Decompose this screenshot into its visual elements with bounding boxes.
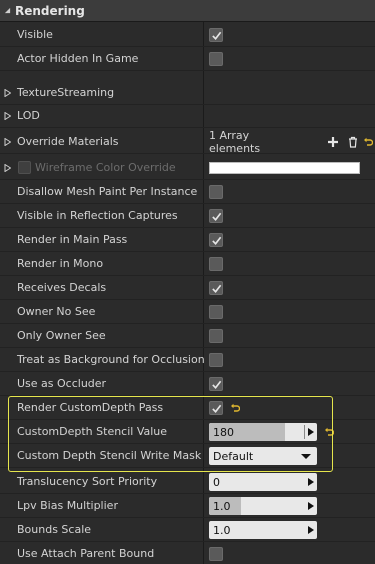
property-label: Override Materials bbox=[17, 135, 119, 148]
row-render-custom-depth: Render CustomDepth Pass bbox=[0, 396, 375, 420]
spin-separator bbox=[304, 425, 305, 439]
reset-to-default-icon[interactable] bbox=[229, 402, 241, 414]
row-render-mono: Render in Mono bbox=[0, 252, 375, 276]
checkmark-icon bbox=[211, 212, 221, 221]
attach-parent-bound-checkbox[interactable] bbox=[209, 547, 223, 561]
details-panel: Rendering Visible Actor Hidden In Game T… bbox=[0, 0, 375, 564]
row-stencil-write-mask: Custom Depth Stencil Write Mask Default bbox=[0, 444, 375, 468]
checkmark-icon bbox=[211, 31, 221, 40]
row-only-owner-see: Only Owner See bbox=[0, 324, 375, 348]
spin-arrow-icon[interactable] bbox=[308, 478, 314, 486]
property-label: Visible in Reflection Captures bbox=[17, 209, 178, 222]
property-label: Only Owner See bbox=[17, 329, 106, 342]
render-mono-checkbox[interactable] bbox=[209, 257, 223, 271]
wireframe-override-checkbox[interactable] bbox=[18, 161, 31, 174]
treat-background-checkbox[interactable] bbox=[209, 353, 223, 367]
row-actor-hidden: Actor Hidden In Game bbox=[0, 47, 375, 71]
row-override-materials[interactable]: Override Materials 1 Array elements bbox=[0, 129, 375, 155]
property-label: Use Attach Parent Bound bbox=[17, 547, 155, 560]
reset-to-default-icon[interactable] bbox=[362, 136, 374, 148]
property-label: Bounds Scale bbox=[17, 523, 92, 536]
rendering-section-header[interactable]: Rendering bbox=[0, 0, 375, 22]
property-label: TextureStreaming bbox=[17, 86, 115, 99]
row-use-occluder: Use as Occluder bbox=[0, 372, 375, 396]
property-label: Render CustomDepth Pass bbox=[17, 401, 164, 414]
property-label: CustomDepth Stencil Value bbox=[17, 425, 168, 438]
row-custom-depth-stencil: CustomDepth Stencil Value 180 bbox=[0, 420, 375, 444]
chevron-down-icon bbox=[301, 454, 311, 459]
receives-decals-checkbox[interactable] bbox=[209, 281, 223, 295]
property-label: Disallow Mesh Paint Per Instance bbox=[17, 185, 198, 198]
property-label: Render in Main Pass bbox=[17, 233, 128, 246]
expand-arrow-icon[interactable] bbox=[4, 138, 11, 146]
row-render-main-pass: Render in Main Pass bbox=[0, 228, 375, 252]
section-title: Rendering bbox=[15, 3, 85, 18]
checkmark-icon bbox=[211, 404, 221, 413]
row-texture-streaming[interactable]: TextureStreaming bbox=[0, 81, 375, 105]
reset-to-default-icon[interactable] bbox=[323, 426, 335, 438]
stencil-value: 180 bbox=[213, 425, 234, 439]
owner-no-see-checkbox[interactable] bbox=[209, 305, 223, 319]
checkmark-icon bbox=[211, 236, 221, 245]
plus-icon[interactable] bbox=[327, 135, 341, 149]
row-wireframe-color: Wireframe Color Override bbox=[0, 156, 375, 180]
property-label: Render in Mono bbox=[17, 257, 104, 270]
bounds-scale-input[interactable]: 1.0 bbox=[209, 521, 317, 539]
property-label: Custom Depth Stencil Write Mask bbox=[17, 449, 202, 462]
row-disallow-mesh-paint: Disallow Mesh Paint Per Instance bbox=[0, 180, 375, 204]
property-label: Actor Hidden In Game bbox=[17, 52, 139, 65]
property-label: Lpv Bias Multiplier bbox=[17, 499, 118, 512]
trash-icon[interactable] bbox=[346, 135, 360, 149]
lpv-bias-input[interactable]: 1.0 bbox=[209, 497, 317, 515]
actor-hidden-checkbox[interactable] bbox=[209, 52, 223, 66]
visible-checkbox[interactable] bbox=[209, 28, 223, 42]
row-lpv-bias: Lpv Bias Multiplier 1.0 bbox=[0, 494, 375, 518]
row-owner-no-see: Owner No See bbox=[0, 300, 375, 324]
row-visible-reflection: Visible in Reflection Captures bbox=[0, 204, 375, 228]
property-label: Owner No See bbox=[17, 305, 96, 318]
expand-arrow-icon[interactable] bbox=[4, 112, 11, 120]
collapse-arrow-icon[interactable] bbox=[0, 0, 14, 22]
property-label: Wireframe Color Override bbox=[35, 161, 176, 174]
property-label: LOD bbox=[17, 109, 40, 122]
row-treat-background: Treat as Background for Occlusion bbox=[0, 348, 375, 372]
array-count: 1 Array elements bbox=[209, 129, 261, 155]
expand-arrow-icon[interactable] bbox=[4, 164, 11, 172]
wireframe-color-swatch[interactable] bbox=[209, 162, 360, 174]
custom-depth-stencil-input[interactable]: 180 bbox=[209, 423, 317, 441]
visible-reflection-checkbox[interactable] bbox=[209, 209, 223, 223]
sort-priority-value: 0 bbox=[213, 475, 220, 489]
only-owner-see-checkbox[interactable] bbox=[209, 329, 223, 343]
bounds-scale-value: 1.0 bbox=[213, 523, 231, 537]
translucency-sort-input[interactable]: 0 bbox=[209, 473, 317, 491]
row-lod[interactable]: LOD bbox=[0, 104, 375, 128]
property-label: Translucency Sort Priority bbox=[17, 475, 158, 488]
stencil-write-mask-dropdown[interactable]: Default bbox=[209, 447, 317, 465]
render-custom-depth-checkbox[interactable] bbox=[209, 401, 223, 415]
render-main-pass-checkbox[interactable] bbox=[209, 233, 223, 247]
expand-arrow-icon[interactable] bbox=[4, 89, 11, 97]
lpv-bias-value: 1.0 bbox=[213, 499, 231, 513]
disallow-mesh-paint-checkbox[interactable] bbox=[209, 185, 223, 199]
row-translucency-sort: Translucency Sort Priority 0 bbox=[0, 470, 375, 494]
row-bounds-scale: Bounds Scale 1.0 bbox=[0, 518, 375, 542]
row-attach-parent-bound: Use Attach Parent Bound bbox=[0, 542, 375, 564]
spin-arrow-icon[interactable] bbox=[308, 526, 314, 534]
property-label: Visible bbox=[17, 28, 53, 41]
checkmark-icon bbox=[211, 380, 221, 389]
checkmark-icon bbox=[211, 284, 221, 293]
property-label: Use as Occluder bbox=[17, 377, 107, 390]
dropdown-value: Default bbox=[213, 449, 254, 463]
property-label: Receives Decals bbox=[17, 281, 107, 294]
property-label: Treat as Background for Occlusion bbox=[17, 353, 205, 366]
spin-arrow-icon[interactable] bbox=[308, 428, 314, 436]
spin-arrow-icon[interactable] bbox=[308, 502, 314, 510]
row-visible: Visible bbox=[0, 23, 375, 47]
use-occluder-checkbox[interactable] bbox=[209, 377, 223, 391]
row-receives-decals: Receives Decals bbox=[0, 276, 375, 300]
